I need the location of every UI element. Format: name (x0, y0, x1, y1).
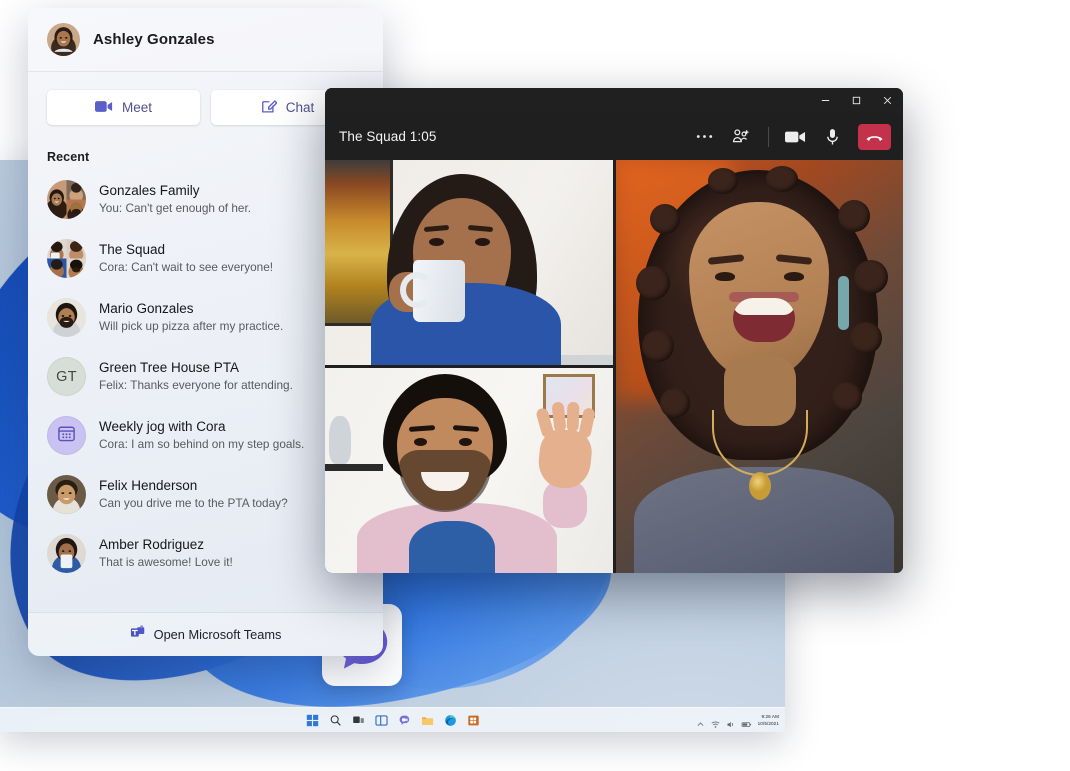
start-button[interactable] (306, 714, 319, 727)
wifi-icon[interactable] (711, 716, 720, 725)
list-item[interactable]: The Squad Cora: Can't wait to see everyo… (38, 229, 373, 288)
chat-title: Amber Rodriguez (99, 536, 233, 554)
chat-preview: Will pick up pizza after my practice. (99, 319, 283, 335)
chat-title: Gonzales Family (99, 182, 251, 200)
list-item[interactable]: Amber Rodriguez That is awesome! Love it… (38, 524, 373, 583)
chat-preview: Cora: I am so behind on my step goals. (99, 437, 304, 453)
video-camera-icon (95, 100, 113, 116)
list-item[interactable]: Felix Henderson Can you drive me to the … (38, 465, 373, 524)
compose-chat-icon (261, 98, 277, 117)
chat-title: Weekly jog with Cora (99, 418, 304, 436)
avatar (47, 239, 86, 278)
taskbar: 9:26 AM 10/5/2021 (0, 707, 785, 732)
add-people-button[interactable] (726, 123, 757, 151)
window-chrome (325, 88, 903, 113)
screenshot-root: 9:26 AM 10/5/2021 (0, 0, 1070, 771)
list-item[interactable]: GT Green Tree House PTA Felix: Thanks ev… (38, 347, 373, 406)
camera-toggle-button[interactable] (780, 123, 811, 151)
chat-title: Felix Henderson (99, 477, 288, 495)
close-button[interactable] (872, 88, 903, 113)
meet-button[interactable]: Meet (47, 90, 200, 125)
list-item[interactable]: Mario Gonzales Will pick up pizza after … (38, 288, 373, 347)
teams-chat-icon[interactable] (398, 714, 411, 727)
widgets-icon[interactable] (375, 714, 388, 727)
call-toolbar: The Squad 1:05 (325, 113, 903, 160)
hangup-button[interactable] (858, 124, 891, 150)
chat-preview: Cora: Can't wait to see everyone! (99, 260, 273, 276)
avatar (47, 416, 86, 455)
avatar: GT (47, 357, 86, 396)
chat-title: Mario Gonzales (99, 300, 283, 318)
participant-tile-woman-mug[interactable] (325, 160, 613, 365)
calendar-icon (57, 424, 76, 448)
call-title: The Squad 1:05 (339, 129, 683, 144)
system-tray: 9:26 AM 10/5/2021 (696, 708, 779, 732)
participant-grid (325, 160, 903, 573)
battery-icon[interactable] (741, 716, 750, 725)
avatar (47, 298, 86, 337)
avatar-initials: GT (56, 369, 77, 385)
chat-title: The Squad (99, 241, 273, 259)
avatar (47, 180, 86, 219)
chat-title: Green Tree House PTA (99, 359, 293, 377)
chat-preview: Can you drive me to the PTA today? (99, 496, 288, 512)
chat-preview: That is awesome! Love it! (99, 555, 233, 571)
avatar (47, 23, 80, 56)
participant-tile-woman-laughing[interactable] (616, 160, 904, 573)
flyout-header: Ashley Gonzales (28, 8, 383, 72)
taskbar-clock[interactable]: 9:26 AM 10/5/2021 (756, 714, 779, 727)
participant-tile-man-waving[interactable] (325, 368, 613, 573)
microsoft-teams-icon (130, 625, 145, 645)
maximize-button[interactable] (841, 88, 872, 113)
clock-date: 10/5/2021 (758, 721, 779, 728)
taskbar-icon-group (306, 714, 480, 727)
microsoft-store-icon[interactable] (467, 714, 480, 727)
more-options-button[interactable] (689, 123, 720, 151)
clock-time: 9:26 AM (758, 714, 779, 721)
profile-name: Ashley Gonzales (93, 31, 215, 48)
meet-button-label: Meet (122, 100, 152, 115)
chat-button-label: Chat (286, 100, 315, 115)
mic-toggle-button[interactable] (817, 123, 848, 151)
chat-preview: You: Can't get enough of her. (99, 201, 251, 217)
edge-icon[interactable] (444, 714, 457, 727)
avatar (47, 475, 86, 514)
chat-preview: Felix: Thanks everyone for attending. (99, 378, 293, 394)
chevron-up-icon[interactable] (696, 716, 705, 725)
speaker-icon[interactable] (726, 716, 735, 725)
toolbar-divider (768, 127, 769, 147)
open-microsoft-teams-button[interactable]: Open Microsoft Teams (28, 612, 383, 656)
task-view-icon[interactable] (352, 714, 365, 727)
avatar (47, 534, 86, 573)
folder-icon[interactable] (421, 714, 434, 727)
search-icon[interactable] (329, 714, 342, 727)
open-teams-label: Open Microsoft Teams (154, 627, 282, 642)
teams-call-window: The Squad 1:05 (325, 88, 903, 573)
list-item[interactable]: Gonzales Family You: Can't get enough of… (38, 170, 373, 229)
minimize-button[interactable] (810, 88, 841, 113)
list-item[interactable]: Weekly jog with Cora Cora: I am so behin… (38, 406, 373, 465)
